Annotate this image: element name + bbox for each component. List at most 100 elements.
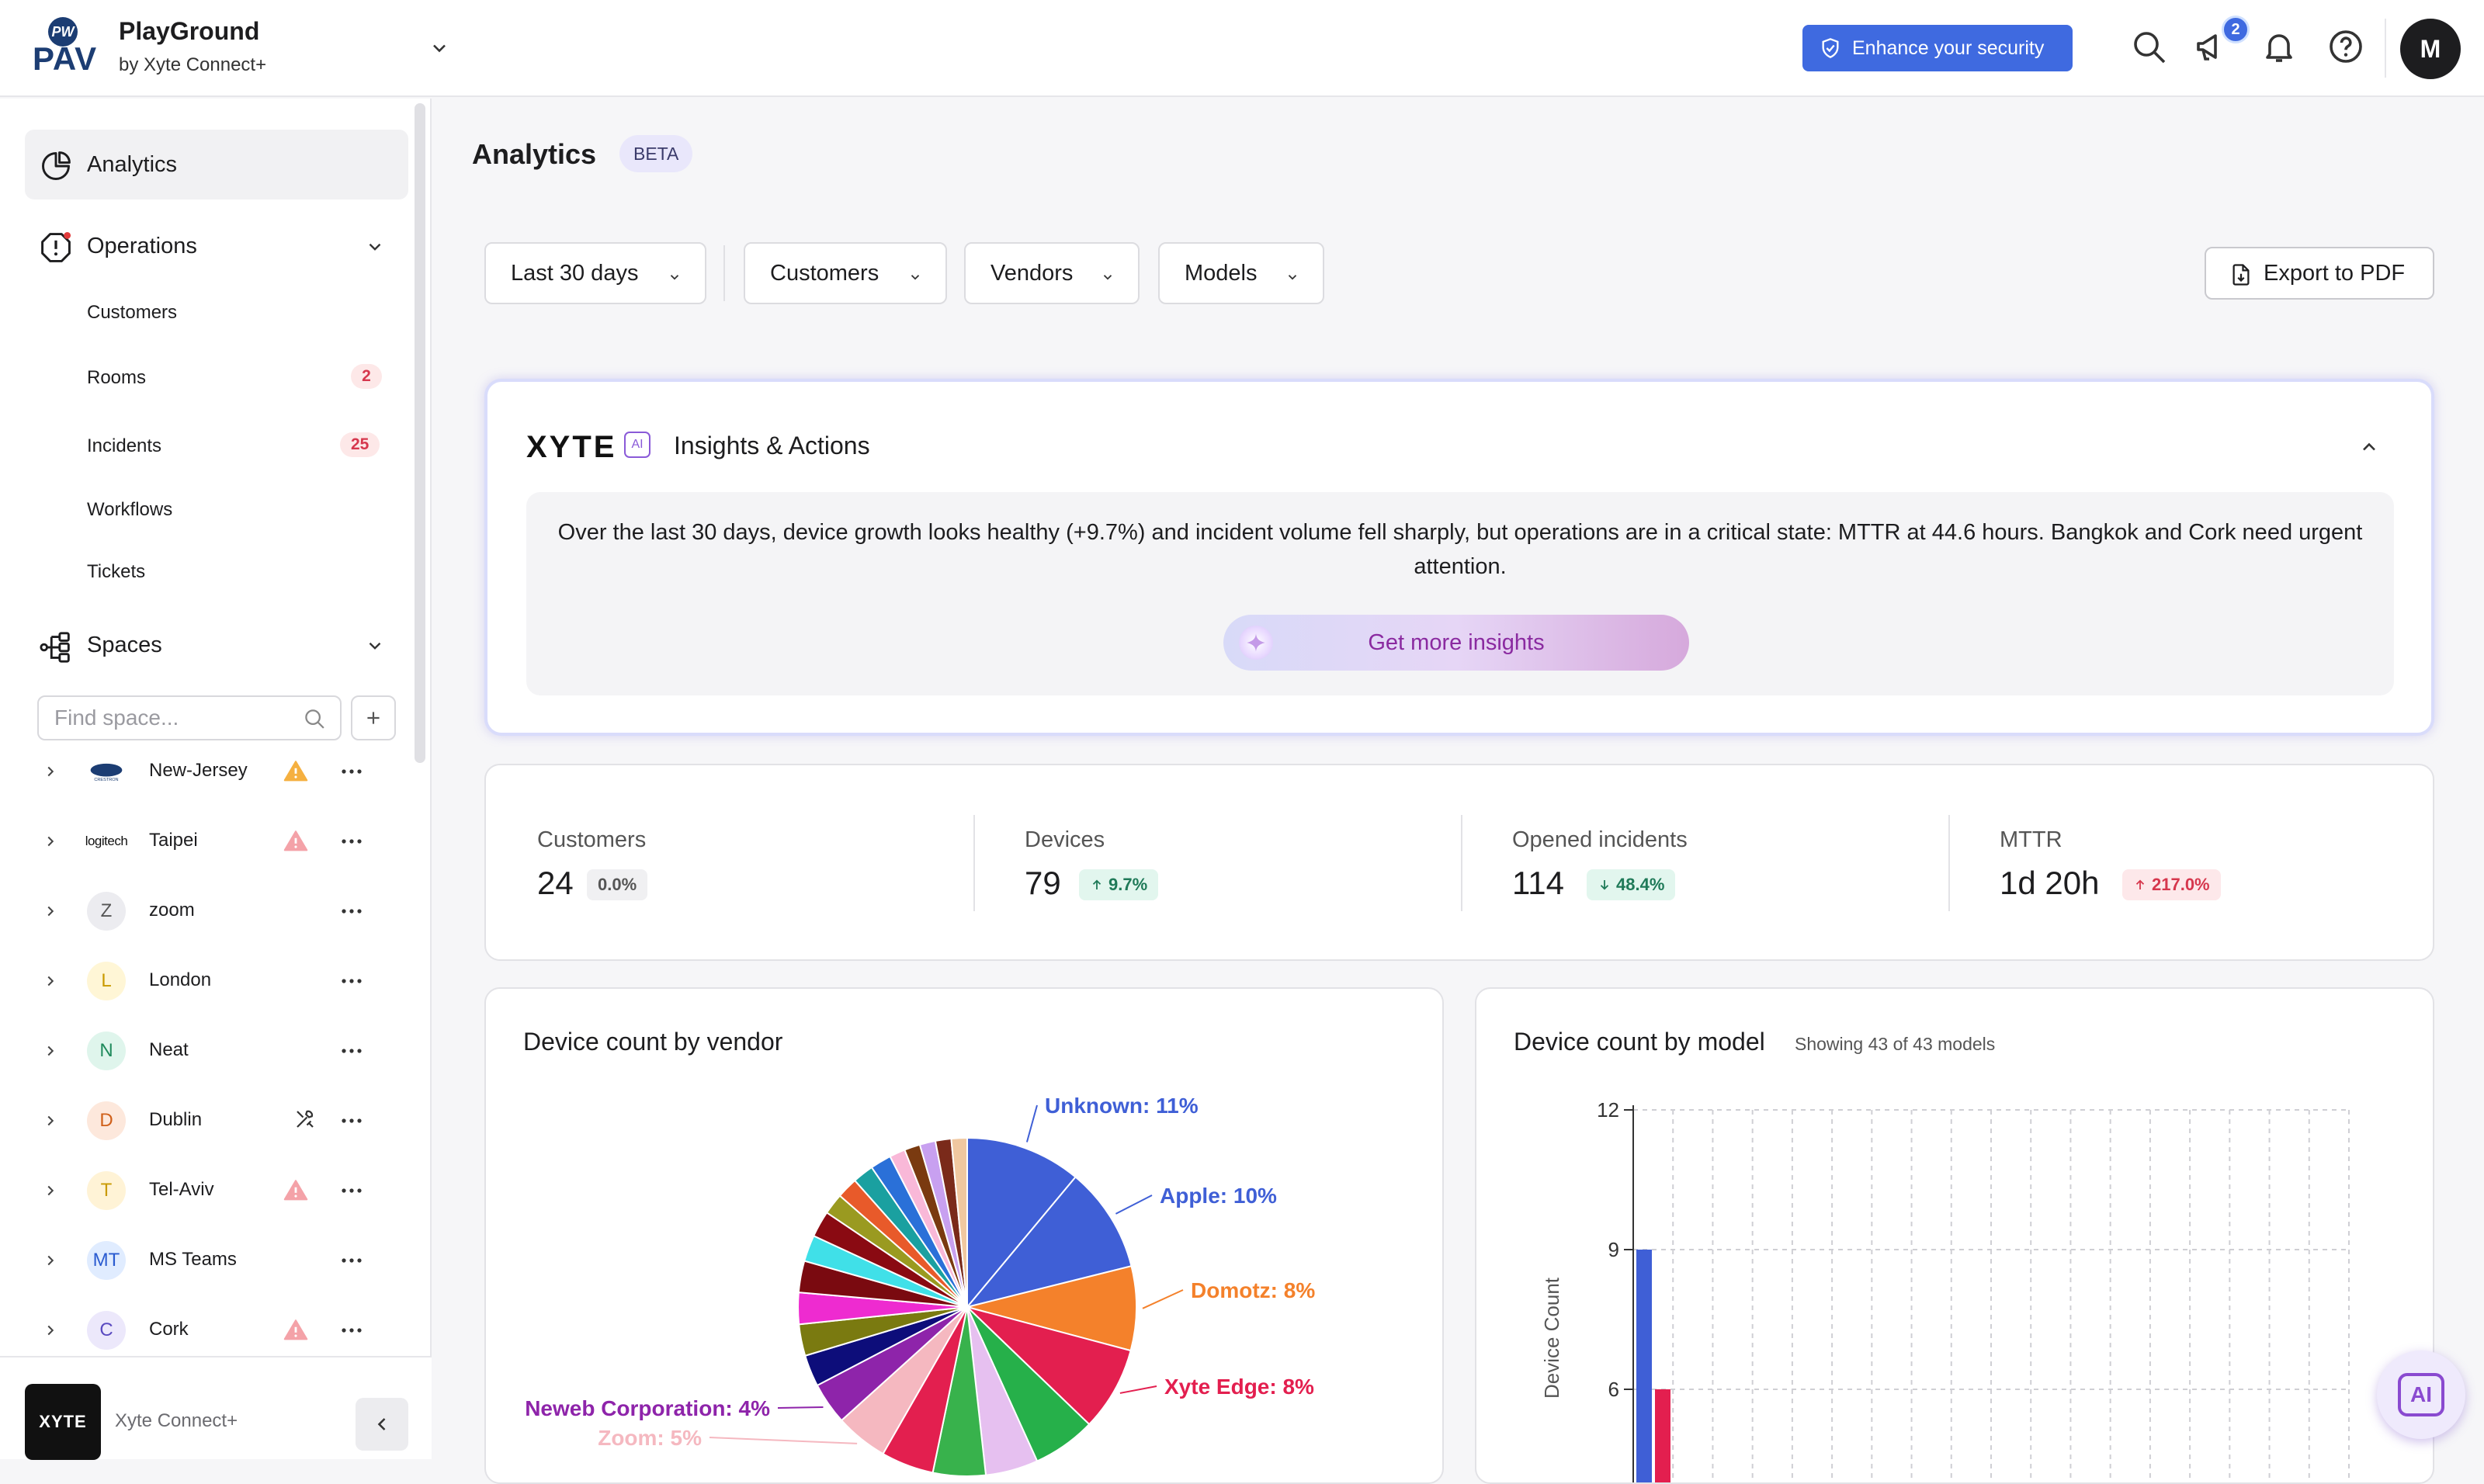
space-name: Tel-Aviv [149,1179,214,1200]
pie-slice-label: Domotz: 8% [1191,1278,1315,1302]
ai-sparkle-icon: AI [624,432,650,458]
bell-icon[interactable] [2260,28,2298,65]
stat-mttr: MTTR 1d 20h 217.0% [1948,765,2436,962]
pie-leader-line [1025,1104,1038,1142]
customers-filter[interactable]: Customers [744,242,947,304]
warning-icon [283,828,309,855]
chevron-right-icon[interactable] [42,1322,59,1339]
get-more-insights-button[interactable]: Get more insights [1223,615,1689,671]
more-options-icon[interactable] [340,768,363,775]
pie-leader-line [1119,1385,1157,1394]
vendors-filter[interactable]: Vendors [964,242,1140,304]
enhance-security-button[interactable]: Enhance your security [1802,25,2073,71]
space-name: zoom [149,900,195,921]
pie-slice-label: Neweb Corporation: 4% [525,1396,770,1420]
chevron-up-icon[interactable] [2358,436,2380,458]
space-item[interactable]: D Dublin [0,1086,432,1156]
insights-card: XYTE AI Insights & Actions Over the last… [484,379,2434,736]
space-avatar: L [87,962,126,1000]
pie-slice-label: Apple: 10% [1160,1184,1277,1208]
space-name: London [149,969,212,990]
chevron-right-icon[interactable] [42,973,59,990]
ai-assistant-button[interactable]: AI [2377,1351,2465,1439]
chevron-down-icon[interactable] [365,237,385,257]
more-options-icon[interactable] [340,1257,363,1264]
chevron-down-icon [668,270,682,284]
chevron-down-icon[interactable] [365,636,385,656]
add-space-button[interactable] [351,695,396,740]
chevron-right-icon[interactable] [42,763,59,780]
space-item[interactable]: C Cork [0,1295,432,1365]
vendors-filter-label: Vendors [990,260,1074,286]
space-item[interactable]: MT MS Teams [0,1226,432,1295]
org-logo[interactable]: PW PAV [33,17,96,79]
sidebar-item-spaces[interactable]: Spaces [25,614,408,676]
help-icon[interactable] [2327,28,2364,65]
sidebar-row-analytics[interactable]: Analytics [25,133,408,196]
stat-delta-badge: 9.7% [1079,869,1159,900]
plus-icon [367,712,380,724]
page-title: Analytics [472,138,597,170]
export-pdf-button[interactable]: Export to PDF [2205,247,2434,300]
org-name[interactable]: PlayGround [119,17,259,46]
sidebar-scrollbar[interactable] [415,103,425,763]
bar [1655,1389,1670,1482]
org-subtitle: by Xyte Connect+ [119,54,267,75]
user-avatar[interactable]: M [2400,19,2461,79]
space-item[interactable]: L London [0,946,432,1016]
pie-leader-line [1142,1289,1184,1309]
search-icon[interactable] [2130,28,2167,65]
stat-value: 79 [1025,865,1061,901]
space-item[interactable]: Z zoom [0,876,432,946]
more-options-icon[interactable] [340,1117,363,1125]
top-bar: PW PAV PlayGround by Xyte Connect+ Enhan… [0,0,2484,97]
models-filter[interactable]: Models [1158,242,1324,304]
space-item[interactable]: N Neat [0,1016,432,1086]
more-options-icon[interactable] [340,977,363,985]
sidebar-label-spaces: Spaces [87,632,162,657]
more-options-icon[interactable] [340,1047,363,1055]
pie-slice-label: Xyte Edge: 8% [1164,1375,1314,1399]
warning-icon [283,1317,309,1344]
space-name: Taipei [149,830,198,851]
more-options-icon[interactable] [340,1187,363,1194]
insights-title: Insights & Actions [674,432,870,459]
sidebar-item-tickets[interactable]: Tickets [87,561,145,583]
hierarchy-icon [39,629,75,665]
chevron-right-icon[interactable] [42,903,59,920]
stat-delta: 0.0% [598,875,637,894]
more-options-icon[interactable] [340,1326,363,1334]
sidebar-label-analytics: Analytics [87,151,178,177]
chevron-right-icon[interactable] [42,833,59,850]
stat-value: 24 [537,865,574,901]
chevron-right-icon[interactable] [42,1252,59,1269]
topbar-divider [2385,19,2386,78]
collapse-sidebar-button[interactable] [356,1398,408,1451]
rooms-count-badge: 2 [351,364,382,389]
space-item[interactable]: logitech Taipei [0,806,432,876]
more-options-icon[interactable] [340,837,363,845]
space-item[interactable]: CRESTRON New-Jersey [0,737,432,806]
chevron-right-icon[interactable] [42,1042,59,1059]
sidebar-item-incidents[interactable]: Incidents [87,435,161,457]
sidebar-item-operations[interactable]: Operations [25,215,408,277]
space-avatar: C [87,1311,126,1350]
vendor-chart-card: Device count by vendor Unknown: 11% Apple… [484,987,1444,1484]
bar [1636,1250,1652,1482]
sidebar-item-customers[interactable]: Customers [87,302,177,324]
svg-text:CRESTRON: CRESTRON [94,778,118,782]
date-range-filter[interactable]: Last 30 days [484,242,706,304]
sidebar-item-workflows[interactable]: Workflows [87,499,172,521]
find-space-input[interactable] [37,695,342,740]
org-switch-chevron-icon[interactable] [428,37,450,59]
xyte-logo: XYTE [25,1384,101,1460]
pie-leader-line [1115,1194,1153,1215]
chevron-right-icon[interactable] [42,1182,59,1199]
chevron-right-icon[interactable] [42,1112,59,1129]
stat-delta: 48.4% [1616,875,1665,894]
more-options-icon[interactable] [340,907,363,915]
space-item[interactable]: T Tel-Aviv [0,1156,432,1226]
space-avatar: D [87,1101,126,1140]
sidebar-item-rooms[interactable]: Rooms [87,367,146,389]
stat-devices: Devices 79 9.7% [973,765,1461,962]
